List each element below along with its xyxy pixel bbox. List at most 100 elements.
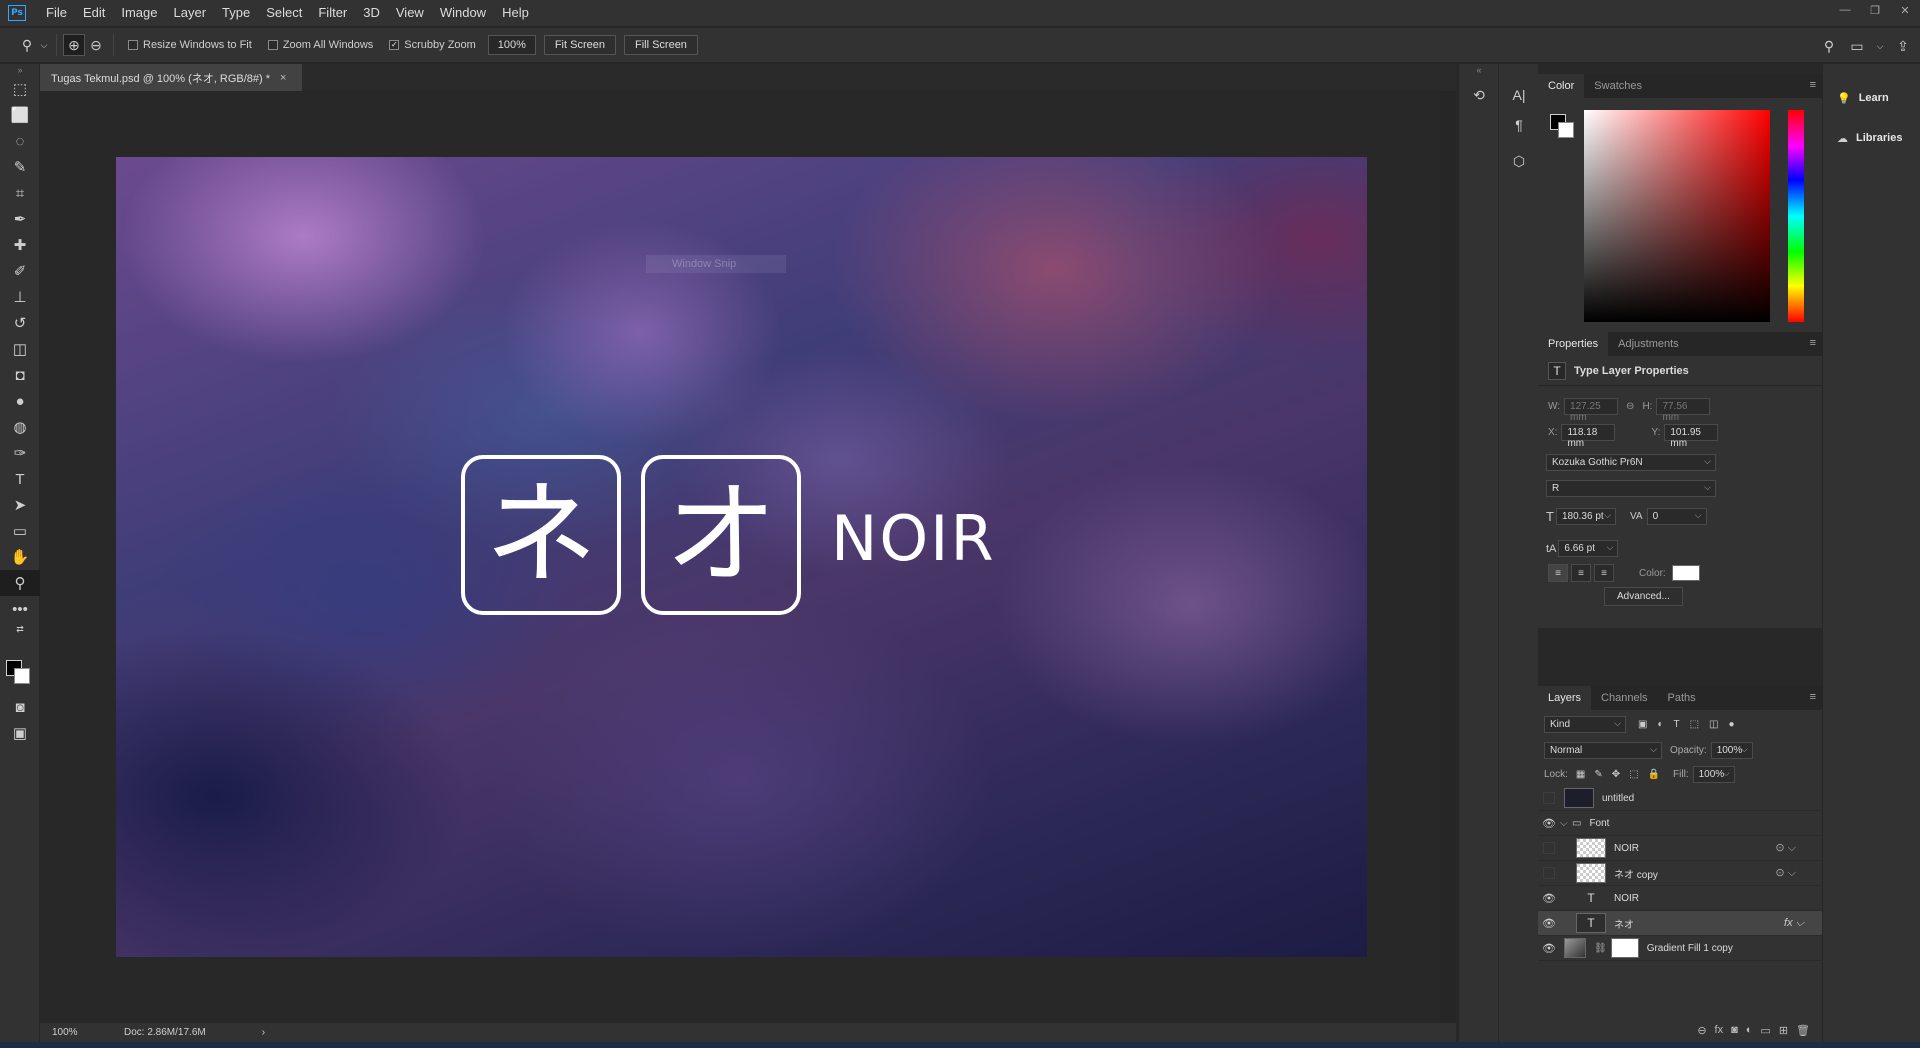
eye-icon[interactable]: 👁 xyxy=(1538,892,1560,905)
document-canvas[interactable]: Window Snip ネ オ NOIR xyxy=(116,157,1367,957)
panel-menu-icon[interactable]: ≡ xyxy=(1810,337,1816,349)
menu-filter[interactable]: Filter xyxy=(310,0,355,26)
y-field[interactable]: 101.95 mm xyxy=(1664,424,1719,449)
history-icon[interactable]: ⟲ xyxy=(1459,80,1499,110)
eye-icon[interactable]: 👁 xyxy=(1538,917,1560,930)
close-icon[interactable]: ✕ xyxy=(1890,0,1920,20)
tab-swatches[interactable]: Swatches xyxy=(1584,74,1652,98)
eye-icon[interactable]: 👁 xyxy=(1538,942,1560,955)
font-family-select[interactable]: Kozuka Gothic Pr6N xyxy=(1546,454,1716,471)
menu-window[interactable]: Window xyxy=(432,0,494,26)
zoom-level-field[interactable]: 100% xyxy=(487,35,536,55)
zoom-tool-preset-icon[interactable]: ⚲ xyxy=(16,34,38,56)
paragraph-icon[interactable]: ¶ xyxy=(1499,110,1539,140)
zoom-in-icon[interactable]: ⊕ xyxy=(63,34,85,56)
path-select-tool-icon[interactable]: ➤ xyxy=(0,492,40,518)
fx-icon[interactable]: fx ⌵ xyxy=(1784,917,1804,930)
collapse-icon[interactable]: « xyxy=(1459,64,1499,76)
checkbox-box[interactable] xyxy=(128,40,138,50)
menu-layer[interactable]: Layer xyxy=(166,0,215,26)
fill-screen-button[interactable]: Fill Screen xyxy=(623,35,698,55)
type-tool-icon[interactable]: T xyxy=(0,466,40,492)
hue-slider[interactable] xyxy=(1788,110,1804,322)
tracking-select[interactable]: 0 xyxy=(1646,508,1707,525)
zoom-tool-icon[interactable]: ⚲ xyxy=(0,570,40,596)
layer-name[interactable]: NOIR xyxy=(1614,843,1639,854)
tab-channels[interactable]: Channels xyxy=(1591,686,1657,710)
eraser-tool-icon[interactable]: ◫ xyxy=(0,336,40,362)
font-style-select[interactable]: R xyxy=(1546,480,1716,497)
checkbox-box[interactable] xyxy=(267,40,278,50)
healing-brush-tool-icon[interactable]: ✚ xyxy=(0,232,40,258)
visibility-toggle[interactable] xyxy=(1543,842,1555,854)
new-group-icon[interactable]: ▭ xyxy=(1760,1024,1770,1037)
quick-select-tool-icon[interactable]: ✎ xyxy=(0,154,40,180)
zoom-all-windows-checkbox[interactable]: Zoom All Windows xyxy=(267,39,373,51)
share-icon[interactable]: ⇪ xyxy=(1892,35,1914,57)
advanced-button[interactable]: Advanced... xyxy=(1604,587,1683,606)
tab-paths[interactable]: Paths xyxy=(1658,686,1706,710)
resize-windows-checkbox[interactable]: Resize Windows to Fit xyxy=(128,39,252,51)
restore-icon[interactable]: ❐ xyxy=(1860,0,1890,20)
add-mask-icon[interactable]: ◙ xyxy=(1731,1024,1738,1036)
link-layers-icon[interactable]: ⊖ xyxy=(1697,1024,1706,1037)
filter-kind-select[interactable]: Kind xyxy=(1544,716,1626,733)
tab-color[interactable]: Color xyxy=(1538,74,1585,98)
lock-icons[interactable]: ▦✎✥⬚🔒 xyxy=(1576,769,1669,780)
chevron-down-icon[interactable]: ⌵ xyxy=(1560,818,1572,829)
layer-row[interactable]: untitled xyxy=(1538,786,1822,811)
hand-tool-icon[interactable]: ✋ xyxy=(0,544,40,570)
default-colors-icon[interactable]: ⇄ xyxy=(0,622,40,636)
blend-mode-select[interactable]: Normal xyxy=(1544,742,1662,759)
height-field[interactable]: 77.56 mm xyxy=(1656,398,1711,423)
opacity-select[interactable]: 100% xyxy=(1710,742,1753,759)
menu-type[interactable]: Type xyxy=(214,0,258,26)
panel-menu-icon[interactable]: ≡ xyxy=(1810,79,1816,91)
color-picker-field[interactable] xyxy=(1584,110,1770,322)
link-icon[interactable]: ⊙ ⌵ xyxy=(1775,841,1796,855)
artboard-tool-icon[interactable]: ⬚ xyxy=(0,76,40,102)
width-field[interactable]: 127.25 mm xyxy=(1564,398,1619,423)
clone-stamp-tool-icon[interactable]: ⊥ xyxy=(0,284,40,310)
zoom-out-icon[interactable]: ⊖ xyxy=(85,34,107,56)
checkbox-box-checked[interactable]: ✓ xyxy=(389,40,400,50)
crop-tool-icon[interactable]: ⌗ xyxy=(0,180,40,206)
link-icon[interactable]: ⊖ xyxy=(1626,401,1634,412)
layer-row[interactable]: ネオ copy ⊙ ⌵ xyxy=(1538,861,1822,886)
tab-properties[interactable]: Properties xyxy=(1538,332,1609,356)
paint-bucket-tool-icon[interactable]: ◘ xyxy=(0,362,40,388)
layer-name[interactable]: untitled xyxy=(1602,793,1634,804)
visibility-toggle[interactable] xyxy=(1543,867,1555,879)
zoom-readout[interactable]: 100% xyxy=(52,1027,112,1038)
layer-name[interactable]: NOIR xyxy=(1614,893,1639,904)
libraries-item[interactable]: ☁ Libraries xyxy=(1823,118,1920,158)
tab-layers[interactable]: Layers xyxy=(1538,686,1592,710)
fx-icon[interactable]: fx xyxy=(1715,1024,1724,1036)
leading-select[interactable]: 6.66 pt xyxy=(1558,540,1619,557)
layer-row[interactable]: NOIR ⊙ ⌵ xyxy=(1538,836,1822,861)
more-tools-icon[interactable]: ••• xyxy=(0,596,40,622)
layer-name[interactable]: Gradient Fill 1 copy xyxy=(1647,943,1733,954)
canvas-area[interactable]: Window Snip ネ オ NOIR xyxy=(40,91,1440,1023)
3d-icon[interactable]: ⬡ xyxy=(1499,146,1539,176)
adjustment-layer-icon[interactable]: ◐ xyxy=(1746,1024,1753,1036)
learn-item[interactable]: 💡 Learn xyxy=(1823,78,1920,118)
menu-file[interactable]: File xyxy=(38,0,75,26)
link-icon[interactable]: ⊙ ⌵ xyxy=(1775,866,1796,880)
layer-group-row[interactable]: 👁 ⌵ ▭ Font xyxy=(1538,811,1822,836)
eyedropper-tool-icon[interactable]: ✒ xyxy=(0,206,40,232)
chevron-down-icon[interactable]: ⌵ xyxy=(1874,35,1886,57)
align-center-icon[interactable]: ≡ xyxy=(1571,564,1591,582)
layer-row-selected[interactable]: 👁 T ネオ fx ⌵ xyxy=(1538,911,1822,936)
dodge-tool-icon[interactable]: ◍ xyxy=(0,414,40,440)
eye-icon[interactable]: 👁 xyxy=(1538,817,1560,830)
fill-select[interactable]: 100% xyxy=(1692,766,1735,783)
character-icon[interactable]: A| xyxy=(1499,80,1539,110)
trash-icon[interactable]: 🗑 xyxy=(1796,1024,1810,1037)
text-color-chip[interactable] xyxy=(1671,565,1700,581)
menu-select[interactable]: Select xyxy=(258,0,310,26)
fit-screen-button[interactable]: Fit Screen xyxy=(543,35,616,55)
align-right-icon[interactable]: ≡ xyxy=(1594,564,1614,582)
history-brush-tool-icon[interactable]: ↺ xyxy=(0,310,40,336)
visibility-toggle[interactable] xyxy=(1543,792,1555,804)
